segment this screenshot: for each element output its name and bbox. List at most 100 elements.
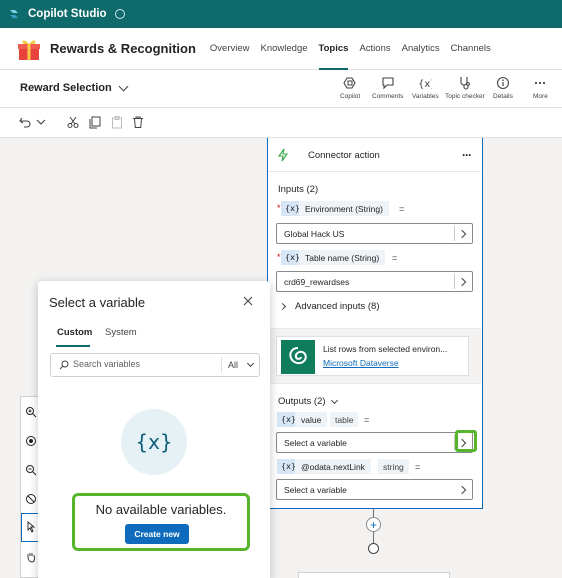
title-bar: Copilot Studio <box>0 0 562 28</box>
pointer-icon[interactable] <box>25 521 37 533</box>
search-variables-input[interactable] <box>73 359 213 369</box>
nextlink-output-variable-select[interactable]: Select a variable <box>276 479 473 500</box>
agent-nav-bar: Rewards & Recognition Overview Knowledge… <box>0 28 562 70</box>
hand-pan-icon[interactable] <box>25 551 37 563</box>
environment-field[interactable]: Global Hack US <box>276 223 473 244</box>
output-name-value: value <box>295 412 328 427</box>
add-node-button[interactable]: + <box>366 517 381 532</box>
connector-card[interactable]: List rows from selected environ... Micro… <box>276 336 469 376</box>
copilot-button[interactable]: Copilot <box>340 76 360 100</box>
chevron-down-icon <box>118 81 129 91</box>
connector-section: List rows from selected environ... Micro… <box>268 328 481 384</box>
edit-toolbar <box>0 108 562 138</box>
more-icon <box>535 81 546 85</box>
tab-knowledge[interactable]: Knowledge <box>261 28 308 70</box>
details-label: Details <box>493 93 513 100</box>
copilot-studio-logo-icon <box>10 10 18 18</box>
chevron-right-icon[interactable] <box>457 277 467 287</box>
copy-icon[interactable] <box>88 115 102 129</box>
chevron-right-icon[interactable] <box>457 485 467 495</box>
tab-system[interactable]: System <box>105 327 137 338</box>
dataverse-logo-icon <box>281 340 315 374</box>
connector-description: List rows from selected environ... <box>323 344 448 354</box>
flow-end-node <box>368 543 379 554</box>
chevron-down-icon[interactable] <box>246 359 255 368</box>
comments-button[interactable]: Comments <box>372 76 403 100</box>
copilot-label: Copilot <box>340 93 361 100</box>
create-new-button[interactable]: Create new <box>125 524 189 544</box>
topic-name-dropdown[interactable]: Reward Selection <box>20 81 129 94</box>
outputs-toggle[interactable]: Outputs (2) <box>278 396 338 407</box>
chevron-down-icon <box>330 396 338 404</box>
input-name-environment: Environment (String) <box>299 201 389 216</box>
app-title: Copilot Studio <box>28 8 107 20</box>
topic-checker-label: Topic checker <box>445 93 485 100</box>
search-icon <box>59 360 69 370</box>
topic-checker-button[interactable]: Topic checker <box>445 76 485 100</box>
topic-name: Reward Selection <box>20 82 112 94</box>
focus-icon[interactable] <box>25 435 37 447</box>
outputs-label: Outputs (2) <box>278 396 326 407</box>
required-marker: * <box>277 203 281 213</box>
more-label: More <box>533 93 548 100</box>
variables-label: Variables <box>412 93 439 100</box>
advanced-inputs-label: Advanced inputs (8) <box>295 301 380 312</box>
dataverse-link[interactable]: Microsoft Dataverse <box>323 358 399 368</box>
chevron-right-icon <box>278 302 287 311</box>
empty-state-text: No available variables. <box>95 502 227 517</box>
field-separator <box>454 274 455 289</box>
variables-button[interactable]: {x} Variables <box>412 76 439 100</box>
topic-bar: Reward Selection Copilot Comments {x} Va… <box>0 70 562 108</box>
inputs-label: Inputs (2) <box>278 184 319 195</box>
empty-variables-icon: {x} <box>121 409 187 475</box>
chevron-right-icon[interactable] <box>457 229 467 239</box>
copilot-icon <box>343 77 356 89</box>
active-tab-indicator <box>56 345 90 347</box>
minimap-icon[interactable] <box>25 493 37 505</box>
output-type-table: table <box>330 412 359 427</box>
input-name-table: Table name (String) <box>299 250 386 265</box>
scope-filter-dropdown[interactable]: All <box>228 360 238 370</box>
close-icon[interactable] <box>243 296 253 306</box>
cut-icon[interactable] <box>66 115 80 129</box>
paste-icon <box>112 116 122 129</box>
gift-icon <box>18 40 40 60</box>
chevron-down-icon[interactable] <box>34 115 48 129</box>
tab-actions[interactable]: Actions <box>359 28 390 70</box>
more-button[interactable]: More <box>533 76 548 100</box>
info-icon <box>496 76 509 90</box>
output-type-string: string <box>378 459 409 474</box>
next-node-card[interactable] <box>298 572 450 578</box>
equals-sign: = <box>415 462 421 472</box>
environment-value: Global Hack US <box>284 229 345 239</box>
delete-icon[interactable] <box>131 115 145 129</box>
connector-action-node[interactable]: Connector action ··· Inputs (2) * {x} En… <box>267 138 483 509</box>
details-button[interactable]: Details <box>493 76 513 100</box>
agent-name: Rewards & Recognition <box>50 41 196 56</box>
node-more-icon[interactable]: ··· <box>462 148 472 162</box>
variable-search-box: All <box>50 353 260 377</box>
panel-title: Select a variable <box>49 295 146 310</box>
comment-icon <box>382 77 394 90</box>
table-name-value: crd69_rewardses <box>284 277 350 287</box>
undo-icon[interactable] <box>18 115 32 129</box>
required-marker: * <box>277 252 281 262</box>
environment-status-icon[interactable] <box>114 9 125 19</box>
output-placeholder: Select a variable <box>284 485 347 495</box>
table-name-field[interactable]: crd69_rewardses <box>276 271 473 292</box>
tab-custom[interactable]: Custom <box>57 327 92 338</box>
tab-channels[interactable]: Channels <box>451 28 491 70</box>
empty-state-highlight: No available variables. Create new <box>72 493 250 551</box>
tab-topics[interactable]: Topics <box>318 28 348 70</box>
equals-sign: = <box>364 415 370 425</box>
tab-overview[interactable]: Overview <box>210 28 250 70</box>
tab-analytics[interactable]: Analytics <box>402 28 440 70</box>
advanced-inputs-toggle[interactable]: Advanced inputs (8) <box>278 301 380 312</box>
value-output-variable-select[interactable]: Select a variable <box>276 432 473 453</box>
equals-sign: = <box>399 204 405 214</box>
node-header: Connector action ··· <box>268 138 481 172</box>
output-name-nextlink: @odata.nextLink <box>295 459 371 474</box>
zoom-in-icon[interactable] <box>25 406 37 418</box>
field-separator <box>454 226 455 241</box>
zoom-out-icon[interactable] <box>25 464 37 476</box>
